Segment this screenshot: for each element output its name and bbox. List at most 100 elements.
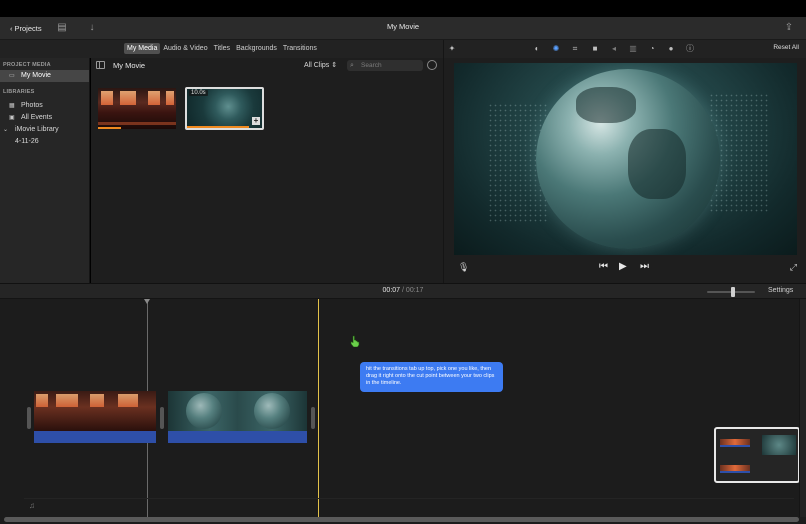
media-browser: My Movie All Clips ⇕ ⌕ Search 10.0s + bbox=[91, 58, 443, 283]
tab-transitions[interactable]: Transitions bbox=[280, 43, 320, 54]
clip-window-highlight bbox=[166, 91, 174, 105]
clip-window-highlight bbox=[101, 91, 113, 105]
magic-wand-icon[interactable]: ✦ bbox=[446, 43, 458, 55]
stabilization-icon[interactable]: ■ bbox=[589, 43, 601, 55]
crop-icon[interactable]: ⌗ bbox=[569, 43, 581, 55]
reset-all-button[interactable]: Reset All bbox=[773, 44, 799, 51]
audio-waveform-track bbox=[168, 431, 307, 443]
photos-icon: ▦ bbox=[9, 103, 15, 109]
volume-icon[interactable]: ◂ bbox=[608, 43, 620, 55]
sidebar-item-event[interactable]: 4-11-26 bbox=[0, 136, 89, 148]
events-icon: ▣ bbox=[9, 115, 15, 121]
media-header: My Movie All Clips ⇕ ⌕ Search bbox=[91, 58, 443, 74]
clip-window-highlight bbox=[120, 91, 136, 105]
clip-duration-badge: 10.0s bbox=[189, 90, 208, 96]
clip-window-highlight bbox=[118, 394, 138, 407]
video-filmstrip bbox=[168, 391, 307, 431]
background-music-track[interactable]: ♫ bbox=[24, 498, 794, 512]
play-icon[interactable]: ▶ bbox=[619, 261, 627, 272]
info-icon[interactable]: ⓘ bbox=[684, 43, 696, 55]
timeline-clip-globe[interactable] bbox=[168, 391, 307, 443]
chevron-updown-icon: ⇕ bbox=[331, 62, 338, 69]
playback-controls: 🎙 ⏮ ▶ ⏭ ⤢ bbox=[444, 260, 806, 278]
video-preview bbox=[454, 63, 797, 255]
clip-filter-label: All Clips bbox=[304, 62, 330, 69]
hand-cursor-icon bbox=[350, 335, 360, 347]
timeline-scrollbar[interactable] bbox=[4, 517, 799, 522]
share-icon[interactable]: ⇪ bbox=[782, 21, 796, 35]
clip-floor-glow bbox=[98, 122, 176, 125]
sidebar-item-label: All Events bbox=[21, 114, 53, 121]
zoom-slider-knob[interactable] bbox=[731, 287, 735, 297]
skip-forward-icon[interactable]: ⏭ bbox=[640, 261, 649, 272]
screen-top-bar bbox=[0, 0, 806, 17]
fullscreen-icon[interactable]: ⤢ bbox=[790, 262, 797, 273]
media-title: My Movie bbox=[113, 61, 146, 70]
search-placeholder: Search bbox=[361, 62, 382, 69]
noise-reduction-icon[interactable]: ▥ bbox=[627, 43, 639, 55]
clip-window-highlight bbox=[36, 394, 48, 407]
time-separator: / bbox=[402, 287, 404, 294]
music-note-icon: ♫ bbox=[29, 501, 35, 510]
trim-handle-right[interactable] bbox=[311, 407, 315, 429]
tab-titles[interactable]: Titles bbox=[211, 43, 233, 54]
search-input[interactable]: ⌕ Search bbox=[347, 60, 423, 71]
sidebar-item-photos[interactable]: ▦ Photos bbox=[0, 100, 89, 112]
disclosure-triangle-icon[interactable]: ⌄ bbox=[3, 127, 10, 133]
overview-video-strip bbox=[762, 435, 796, 455]
timeline-clip-sunset-street[interactable] bbox=[34, 391, 156, 443]
window-title: My Movie bbox=[386, 22, 420, 31]
skip-back-icon[interactable]: ⏮ bbox=[599, 261, 608, 272]
browser-tabs: My Media Audio & Video Titles Background… bbox=[124, 43, 320, 54]
film-icon: ▭ bbox=[9, 73, 15, 79]
continent-shape bbox=[576, 87, 636, 123]
skimmer-marker[interactable] bbox=[144, 299, 150, 304]
timeline-right-edge bbox=[799, 299, 806, 517]
add-clip-icon[interactable]: + bbox=[252, 117, 260, 125]
color-balance-icon[interactable]: ◐ bbox=[531, 43, 543, 55]
libraries-sidebar: PROJECT MEDIA ▭ My Movie LIBRARIES ▦ Pho… bbox=[0, 58, 90, 283]
tab-backgrounds[interactable]: Backgrounds bbox=[233, 43, 280, 54]
clip-window-highlight bbox=[148, 91, 160, 105]
search-icon: ⌕ bbox=[350, 62, 354, 69]
clip-filter-dropdown[interactable]: All Clips ⇕ bbox=[304, 61, 337, 69]
sidebar-item-label: 4-11-26 bbox=[15, 138, 39, 145]
timeline-overview[interactable] bbox=[714, 427, 800, 483]
sidebar-item-imovie-library[interactable]: ⌄ iMovie Library bbox=[0, 124, 89, 136]
settings-gear-icon[interactable] bbox=[427, 60, 437, 70]
timeline: hit the transitions tab up top, pick one… bbox=[0, 299, 806, 524]
trim-handle-left[interactable] bbox=[27, 407, 31, 429]
voiceover-mic-icon[interactable]: 🎙 bbox=[458, 262, 469, 273]
overview-audio-strip bbox=[720, 471, 750, 473]
sidebar-item-label: My Movie bbox=[21, 72, 51, 79]
sidebar-item-label: Photos bbox=[21, 102, 43, 109]
sidebar-toggle-icon[interactable] bbox=[96, 61, 105, 69]
clip-usage-bar bbox=[98, 127, 121, 129]
clip-usage-bar bbox=[187, 126, 249, 128]
playhead[interactable] bbox=[318, 299, 319, 519]
speed-icon[interactable]: ◔ bbox=[646, 43, 658, 55]
title-bar: ‹ Projects ▤ ↓ My Movie ⇪ bbox=[0, 17, 806, 40]
audio-waveform-track bbox=[34, 431, 156, 443]
tab-audio-video[interactable]: Audio & Video bbox=[160, 43, 210, 54]
total-time: 00:17 bbox=[405, 287, 424, 294]
sidebar-item-my-movie[interactable]: ▭ My Movie bbox=[0, 70, 89, 82]
trim-handle-cut[interactable] bbox=[160, 407, 164, 429]
sidebar-item-label: iMovie Library bbox=[15, 126, 59, 133]
viewer-toolbar: ✦ ◐ ✺ ⌗ ■ ◂ ▥ ◔ ● ⓘ Reset All bbox=[443, 40, 806, 58]
clip-filter-icon[interactable]: ● bbox=[665, 43, 677, 55]
color-correction-icon[interactable]: ✺ bbox=[550, 43, 562, 55]
video-filmstrip bbox=[34, 391, 156, 431]
sidebar-item-all-events[interactable]: ▣ All Events bbox=[0, 112, 89, 124]
timecode: 00:07 / 00:17 bbox=[0, 287, 806, 294]
libraries-header: LIBRARIES bbox=[3, 89, 35, 95]
media-clip-sunset-street[interactable] bbox=[98, 88, 176, 129]
media-clip-globe[interactable]: 10.0s + bbox=[185, 87, 264, 130]
instruction-tooltip: hit the transitions tab up top, pick one… bbox=[360, 362, 503, 392]
globe-thumbnail bbox=[254, 393, 290, 429]
earth-globe-image bbox=[536, 69, 720, 249]
tab-my-media[interactable]: My Media bbox=[124, 43, 161, 54]
timeline-settings-button[interactable]: Settings bbox=[768, 287, 793, 294]
clip-window-highlight bbox=[90, 394, 104, 407]
globe-thumbnail bbox=[186, 393, 222, 429]
